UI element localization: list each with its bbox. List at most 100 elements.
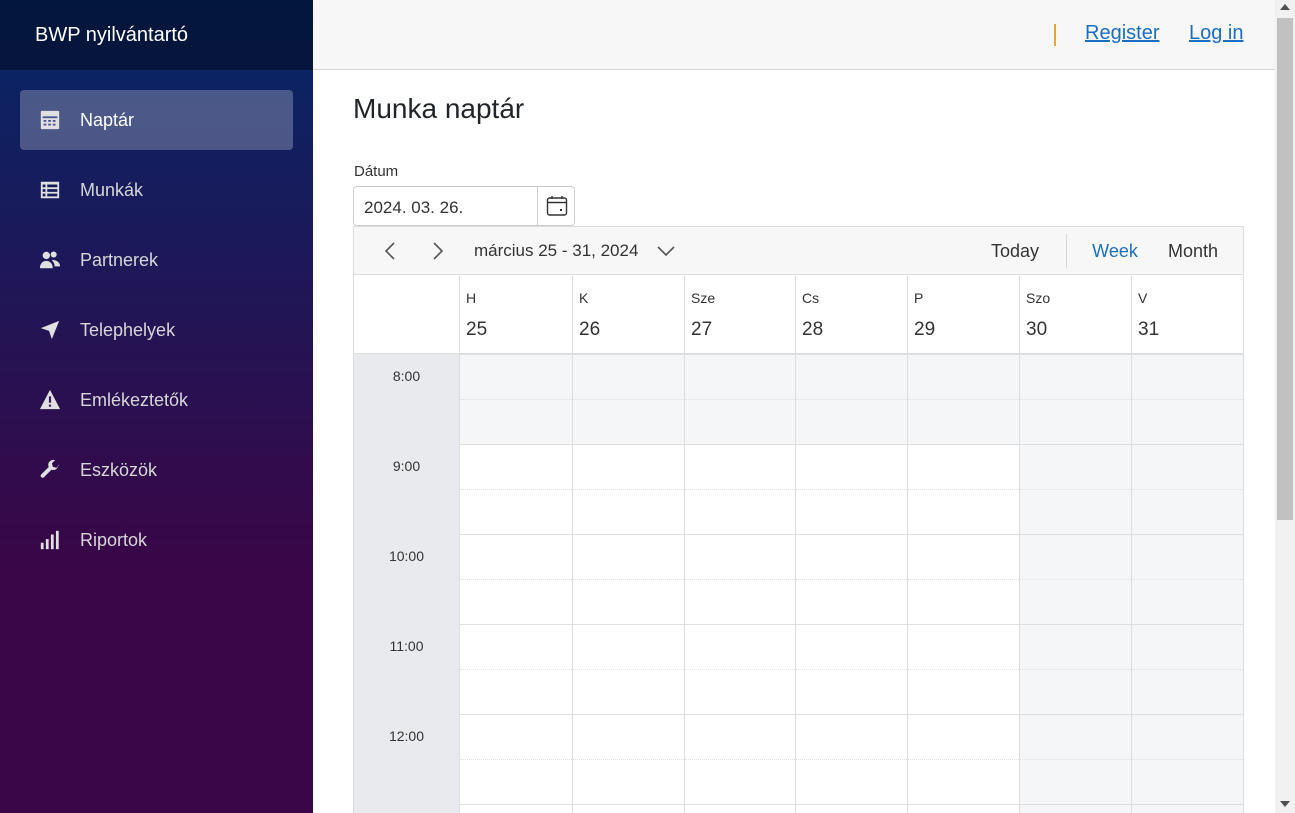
sidebar-item-emlekeztetok[interactable]: Emlékeztetők [20,370,293,430]
date-input[interactable]: 2024. 03. 26. [364,198,463,218]
time-slot-cell[interactable] [573,714,684,759]
day-header[interactable]: Cs 28 [795,276,907,354]
time-slot-cell[interactable] [1132,759,1243,804]
time-slot-cell[interactable] [1132,534,1243,579]
time-slot-cell[interactable] [1132,669,1243,714]
sidebar-item-telephelyek[interactable]: Telephelyek [20,300,293,360]
time-slot-cell[interactable] [685,759,795,804]
time-slot-cell[interactable] [460,579,572,624]
time-slot-cell[interactable] [1020,534,1131,579]
time-slot-cell[interactable] [573,624,684,669]
time-slot-cell[interactable] [573,489,684,534]
time-slot-cell[interactable] [685,534,795,579]
today-button[interactable]: Today [979,227,1051,275]
time-slot-cell[interactable] [908,759,1019,804]
time-slot-cell[interactable] [1020,444,1131,489]
time-slot-cell[interactable] [796,579,907,624]
scroll-up-arrow-icon[interactable] [1280,4,1290,10]
time-slot-cell[interactable] [685,669,795,714]
day-header[interactable]: K 26 [572,276,684,354]
time-slot-cell[interactable] [1132,804,1243,813]
time-slot-cell[interactable] [1020,354,1131,399]
time-slot-cell[interactable] [1132,714,1243,759]
sidebar-item-riportok[interactable]: Riportok [20,510,293,570]
time-slot-cell[interactable] [1020,804,1131,813]
app-brand[interactable]: BWP nyilvántartó [35,24,188,47]
time-slot-cell[interactable] [908,579,1019,624]
time-slot-cell[interactable] [908,489,1019,534]
time-slot-cell[interactable] [573,804,684,813]
time-slot-cell[interactable] [460,489,572,534]
time-slot-cell[interactable] [460,354,572,399]
time-slot-cell[interactable] [1020,489,1131,534]
time-slot-cell[interactable] [908,624,1019,669]
time-slot-cell[interactable] [460,714,572,759]
time-slot-cell[interactable] [573,444,684,489]
time-slot-cell[interactable] [460,624,572,669]
scroll-down-arrow-icon[interactable] [1280,801,1290,807]
time-slot-cell[interactable] [573,759,684,804]
time-slot-cell[interactable] [1020,714,1131,759]
time-slot-cell[interactable] [1132,579,1243,624]
sidebar-item-naptar[interactable]: Naptár [20,90,293,150]
day-header[interactable]: P 29 [907,276,1019,354]
time-slot-cell[interactable] [1132,399,1243,444]
time-slot-cell[interactable] [685,714,795,759]
time-slot-cell[interactable] [1020,669,1131,714]
time-slot-cell[interactable] [1132,354,1243,399]
date-picker-button[interactable] [537,187,575,225]
prev-week-button[interactable] [376,227,404,275]
time-slot-cell[interactable] [685,804,795,813]
time-slot-cell[interactable] [1020,399,1131,444]
day-header[interactable]: V 31 [1131,276,1243,354]
time-slot-cell[interactable] [796,714,907,759]
time-slot-cell[interactable] [908,714,1019,759]
time-slot-cell[interactable] [1132,444,1243,489]
time-slot-cell[interactable] [685,624,795,669]
time-slot-cell[interactable] [573,669,684,714]
time-slot-cell[interactable] [908,804,1019,813]
time-slot-cell[interactable] [796,444,907,489]
time-slot-cell[interactable] [685,444,795,489]
page-scrollbar[interactable] [1275,0,1295,813]
time-slot-cell[interactable] [1020,579,1131,624]
sidebar-item-eszkozok[interactable]: Eszközök [20,440,293,500]
month-view-button[interactable]: Month [1159,227,1227,275]
scroll-thumb[interactable] [1277,18,1293,520]
time-slot-cell[interactable] [573,534,684,579]
date-picker[interactable]: 2024. 03. 26. [353,186,575,226]
date-range-selector[interactable]: március 25 - 31, 2024 [474,227,694,275]
time-slot-cell[interactable] [908,534,1019,579]
time-slot-cell[interactable] [796,489,907,534]
sidebar-item-munkak[interactable]: Munkák [20,160,293,220]
time-slot-cell[interactable] [796,759,907,804]
time-slot-cell[interactable] [573,399,684,444]
time-slot-cell[interactable] [1020,759,1131,804]
week-view-button[interactable]: Week [1084,227,1146,275]
time-slot-cell[interactable] [908,669,1019,714]
time-slot-cell[interactable] [796,624,907,669]
day-header[interactable]: H 25 [459,276,572,354]
time-slot-cell[interactable] [908,444,1019,489]
time-slot-cell[interactable] [796,534,907,579]
time-slot-cell[interactable] [685,399,795,444]
time-slot-cell[interactable] [1132,624,1243,669]
time-slot-cell[interactable] [685,354,795,399]
time-slot-cell[interactable] [573,579,684,624]
time-slot-cell[interactable] [908,399,1019,444]
sidebar-item-partnerek[interactable]: Partnerek [20,230,293,290]
time-slot-cell[interactable] [796,354,907,399]
time-slot-cell[interactable] [1020,624,1131,669]
time-slot-cell[interactable] [1132,489,1243,534]
time-slot-cell[interactable] [685,579,795,624]
time-slot-cell[interactable] [460,669,572,714]
login-link[interactable]: Log in [1189,22,1244,45]
time-slot-cell[interactable] [796,669,907,714]
time-slot-cell[interactable] [460,444,572,489]
time-slot-cell[interactable] [908,354,1019,399]
time-slot-cell[interactable] [685,489,795,534]
time-slot-cell[interactable] [460,804,572,813]
time-slot-cell[interactable] [460,534,572,579]
day-header[interactable]: Sze 27 [684,276,795,354]
time-slot-cell[interactable] [796,399,907,444]
